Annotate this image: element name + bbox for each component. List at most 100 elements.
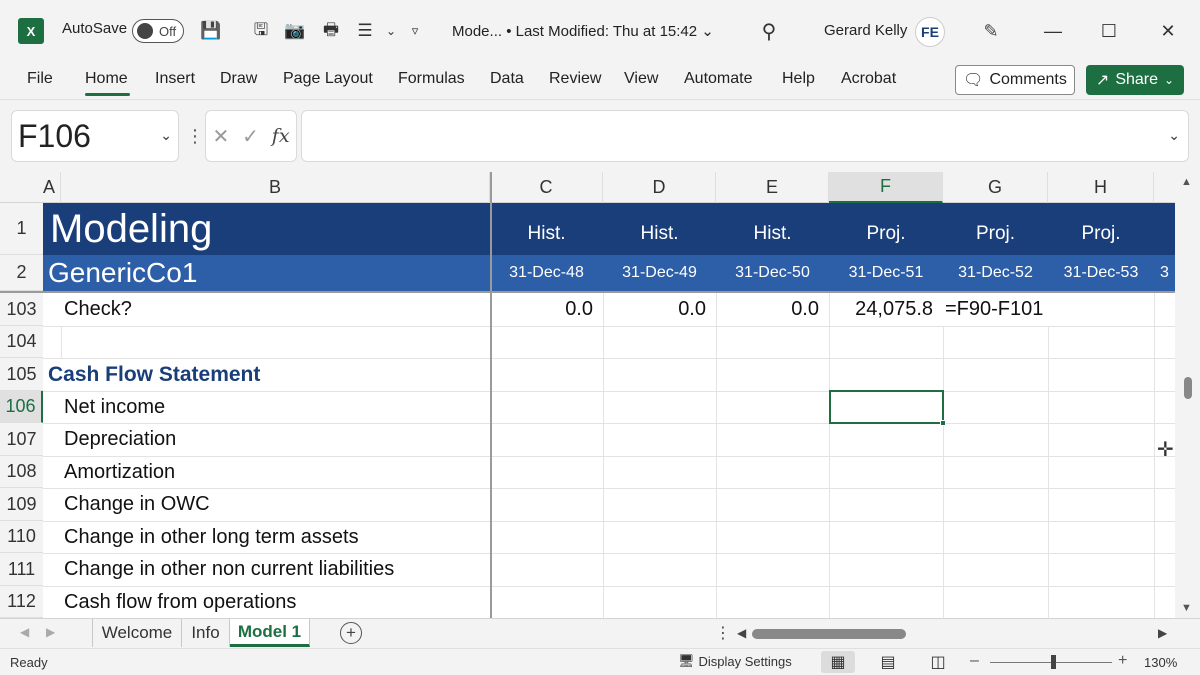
period-date-partial[interactable]: 3 (1160, 255, 1175, 291)
period-type-f[interactable]: Proj. (829, 203, 943, 255)
zoom-in-icon[interactable]: + (1118, 652, 1127, 670)
row-header-103[interactable]: 103 (0, 293, 43, 326)
vertical-scrollbar[interactable]: ▲ ▼ (1175, 172, 1200, 618)
cell-label[interactable]: Change in OWC (64, 488, 210, 521)
row-header-107[interactable]: 107 (0, 423, 43, 456)
align-dropdown-icon[interactable]: ⌄ (378, 18, 404, 44)
scroll-left-icon[interactable]: ◀ (737, 626, 746, 640)
active-cell-selection[interactable] (829, 390, 946, 426)
period-date-f[interactable]: 31-Dec-51 (829, 255, 943, 291)
save-icon[interactable]: 💾 (198, 18, 224, 44)
period-type-e[interactable]: Hist. (716, 203, 829, 255)
confirm-icon[interactable]: ✓ (242, 124, 259, 149)
formula-input[interactable]: ⌄ (301, 110, 1189, 162)
row-header-104[interactable]: 104 (0, 326, 43, 358)
company-name[interactable]: GenericCo1 (48, 255, 197, 291)
maximize-icon[interactable]: ☐ (1094, 16, 1124, 46)
zoom-out-icon[interactable]: – (970, 652, 979, 670)
cell-label[interactable]: Depreciation (64, 423, 176, 456)
pen-icon[interactable]: ✎ (978, 18, 1004, 44)
tab-draw[interactable]: Draw (220, 70, 257, 88)
customize-qat-icon[interactable]: ▿ (402, 18, 428, 44)
column-header-h[interactable]: H (1048, 172, 1154, 203)
tab-insert[interactable]: Insert (155, 70, 195, 88)
tab-review[interactable]: Review (549, 70, 601, 88)
zoom-level[interactable]: 130% (1144, 655, 1177, 670)
page-layout-view-icon[interactable]: ▤ (871, 651, 905, 673)
add-sheet-button[interactable]: + (340, 622, 362, 644)
autosave-toggle[interactable]: Off (132, 19, 184, 43)
align-icon[interactable]: ☰ (352, 18, 378, 44)
period-date-h[interactable]: 31-Dec-53 (1048, 255, 1154, 291)
sheet-tab-info[interactable]: Info (182, 619, 230, 647)
page-break-view-icon[interactable]: ◫ (921, 651, 955, 673)
sheet-tab-model-1[interactable]: Model 1 (230, 619, 310, 647)
fill-handle[interactable] (940, 420, 946, 426)
cell-label[interactable]: Change in other long term assets (64, 521, 359, 553)
cell-value[interactable]: 0.0 (490, 293, 603, 326)
period-type-d[interactable]: Hist. (603, 203, 716, 255)
period-date-g[interactable]: 31-Dec-52 (943, 255, 1048, 291)
row-header-109[interactable]: 109 (0, 488, 43, 521)
period-date-e[interactable]: 31-Dec-50 (716, 255, 829, 291)
column-header-e[interactable]: E (716, 172, 829, 203)
tab-page-layout[interactable]: Page Layout (283, 70, 373, 88)
cell-label[interactable]: Cash flow from operations (64, 586, 296, 618)
cell-value[interactable]: 0.0 (716, 293, 829, 326)
scroll-up-icon[interactable]: ▲ (1181, 176, 1192, 188)
worksheet-grid[interactable]: A B C D E F G H 1 2 Modeling GenericCo1 … (0, 172, 1175, 618)
row-header-108[interactable]: 108 (0, 456, 43, 488)
tab-automate[interactable]: Automate (684, 70, 752, 88)
tab-view[interactable]: View (624, 70, 658, 88)
tab-home[interactable]: Home (85, 70, 128, 88)
cell-label[interactable]: Amortization (64, 456, 175, 488)
column-header-d[interactable]: D (603, 172, 716, 203)
column-header-g[interactable]: G (943, 172, 1048, 203)
search-icon[interactable]: ⚲ (756, 18, 782, 44)
column-header-f[interactable]: F (829, 172, 943, 203)
horizontal-scroll-thumb[interactable] (752, 629, 906, 639)
cell-formula[interactable]: =F90-F101 (945, 293, 1043, 326)
row-header-110[interactable]: 110 (0, 521, 43, 553)
prev-sheet-icon[interactable]: ◀ (20, 625, 29, 639)
cancel-icon[interactable]: ✕ (212, 124, 229, 149)
document-title[interactable]: Mode... • Last Modified: Thu at 15:42 ⌄ (452, 22, 714, 40)
row-header-106[interactable]: 106 (0, 391, 43, 423)
row-header-105[interactable]: 105 (0, 358, 43, 391)
next-sheet-icon[interactable]: ▶ (46, 625, 55, 639)
expand-formula-icon[interactable]: ⌄ (1168, 127, 1180, 144)
print-preview-icon[interactable]: 🖶 (318, 18, 344, 44)
column-header-a[interactable]: A (43, 172, 61, 203)
cell-value[interactable]: 0.0 (603, 293, 716, 326)
tab-file[interactable]: File (27, 70, 53, 88)
insert-function-icon[interactable]: fx (272, 125, 290, 147)
scroll-right-icon[interactable]: ▶ (1158, 626, 1167, 640)
row-header-2[interactable]: 2 (0, 255, 43, 291)
row-header-1[interactable]: 1 (0, 203, 43, 255)
close-icon[interactable]: ✕ (1153, 16, 1183, 46)
normal-view-icon[interactable]: ▦ (821, 651, 855, 673)
row-header-112[interactable]: 112 (0, 586, 43, 618)
cell-value[interactable]: 24,075.8 (829, 293, 943, 326)
period-date-c[interactable]: 31-Dec-48 (490, 255, 603, 291)
vertical-scroll-thumb[interactable] (1184, 377, 1192, 399)
display-settings-button[interactable]: 🖥 Display Settings (678, 653, 792, 669)
column-header-c[interactable]: C (490, 172, 603, 203)
row-header-111[interactable]: 111 (0, 553, 43, 586)
cell-label[interactable]: Check? (64, 293, 132, 326)
tab-help[interactable]: Help (782, 70, 815, 88)
model-title[interactable]: Modeling (50, 203, 212, 255)
more-options-icon[interactable]: ⋮ (186, 126, 204, 147)
section-heading[interactable]: Cash Flow Statement (48, 358, 260, 391)
column-header-b[interactable]: B (61, 172, 490, 203)
minimize-icon[interactable]: — (1038, 16, 1068, 46)
period-type-c[interactable]: Hist. (490, 203, 603, 255)
cell-label[interactable]: Net income (64, 391, 165, 423)
period-type-h[interactable]: Proj. (1048, 203, 1154, 255)
cell-label[interactable]: Change in other non current liabilities (64, 553, 394, 586)
chevron-down-icon[interactable]: ⌄ (160, 127, 172, 144)
period-type-g[interactable]: Proj. (943, 203, 1048, 255)
sheet-tab-welcome[interactable]: Welcome (92, 619, 182, 647)
share-button[interactable]: ↗ Share ⌄ (1086, 65, 1184, 95)
zoom-slider-thumb[interactable] (1050, 655, 1056, 669)
